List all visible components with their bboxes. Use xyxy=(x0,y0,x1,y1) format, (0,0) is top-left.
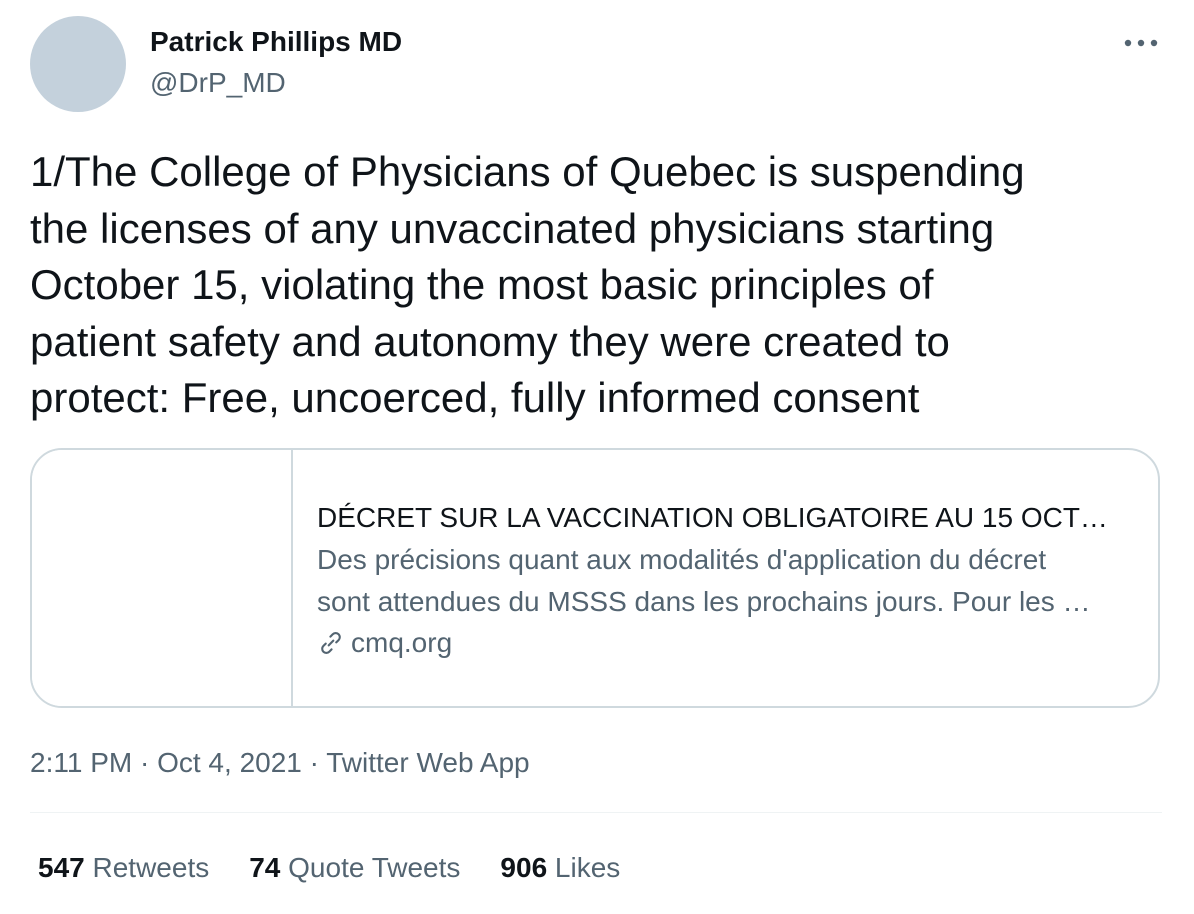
tweet-text-line: 1/The College of Physicians of Quebec is… xyxy=(30,148,1025,195)
tweet-text-line: October 15, violating the most basic pri… xyxy=(30,261,934,308)
tweet-text-line: protect: Free, uncoerced, fully informed… xyxy=(30,374,920,421)
tweet-date[interactable]: Oct 4, 2021 xyxy=(157,747,302,778)
tweet-meta: 2:11 PM · Oct 4, 2021 · Twitter Web App xyxy=(30,743,530,783)
quote-tweets-stat[interactable]: 74 Quote Tweets xyxy=(249,848,460,888)
card-description: Des précisions quant aux modalités d'app… xyxy=(317,539,1132,623)
tweet-time[interactable]: 2:11 PM xyxy=(30,747,132,778)
link-preview-card[interactable]: DÉCRET SUR LA VACCINATION OBLIGATOIRE AU… xyxy=(30,448,1160,708)
quote-tweets-label: Quote Tweets xyxy=(288,852,461,883)
tweet-source[interactable]: Twitter Web App xyxy=(326,747,529,778)
author-handle[interactable]: @DrP_MD xyxy=(150,66,286,100)
retweets-count: 547 xyxy=(38,852,85,883)
meta-separator: · xyxy=(301,747,327,778)
likes-stat[interactable]: 906 Likes xyxy=(500,848,620,888)
card-title: DÉCRET SUR LA VACCINATION OBLIGATOIRE AU… xyxy=(317,502,1108,533)
divider xyxy=(30,812,1162,813)
card-domain-text: cmq.org xyxy=(351,627,453,658)
quote-tweets-count: 74 xyxy=(249,852,281,883)
retweets-label: Retweets xyxy=(92,852,210,883)
card-description-line: sont attendues du MSSS dans les prochain… xyxy=(317,586,1091,617)
more-options-button[interactable] xyxy=(1118,26,1164,60)
likes-label: Likes xyxy=(554,852,621,883)
meta-separator: · xyxy=(132,747,158,778)
tweet-text: 1/The College of Physicians of Quebec is… xyxy=(30,144,1150,427)
card-domain: cmq.org xyxy=(317,623,1132,663)
card-body: DÉCRET SUR LA VACCINATION OBLIGATOIRE AU… xyxy=(317,498,1132,663)
tweet-text-line: patient safety and autonomy they were cr… xyxy=(30,317,950,365)
tweet-text-line: the licenses of any unvaccinated physici… xyxy=(30,204,995,252)
retweets-stat[interactable]: 547 Retweets xyxy=(38,848,209,888)
likes-count: 906 xyxy=(500,852,548,883)
avatar[interactable] xyxy=(30,16,126,112)
link-icon xyxy=(321,632,341,654)
more-horizontal-icon xyxy=(1124,39,1158,47)
author-name[interactable]: Patrick Phillips MD xyxy=(150,25,402,59)
card-thumbnail xyxy=(32,450,293,706)
card-description-line: Des précisions quant aux modalités d'app… xyxy=(317,544,1047,575)
tweet-stats: 547 Retweets 74 Quote Tweets 906 Likes xyxy=(38,848,620,888)
